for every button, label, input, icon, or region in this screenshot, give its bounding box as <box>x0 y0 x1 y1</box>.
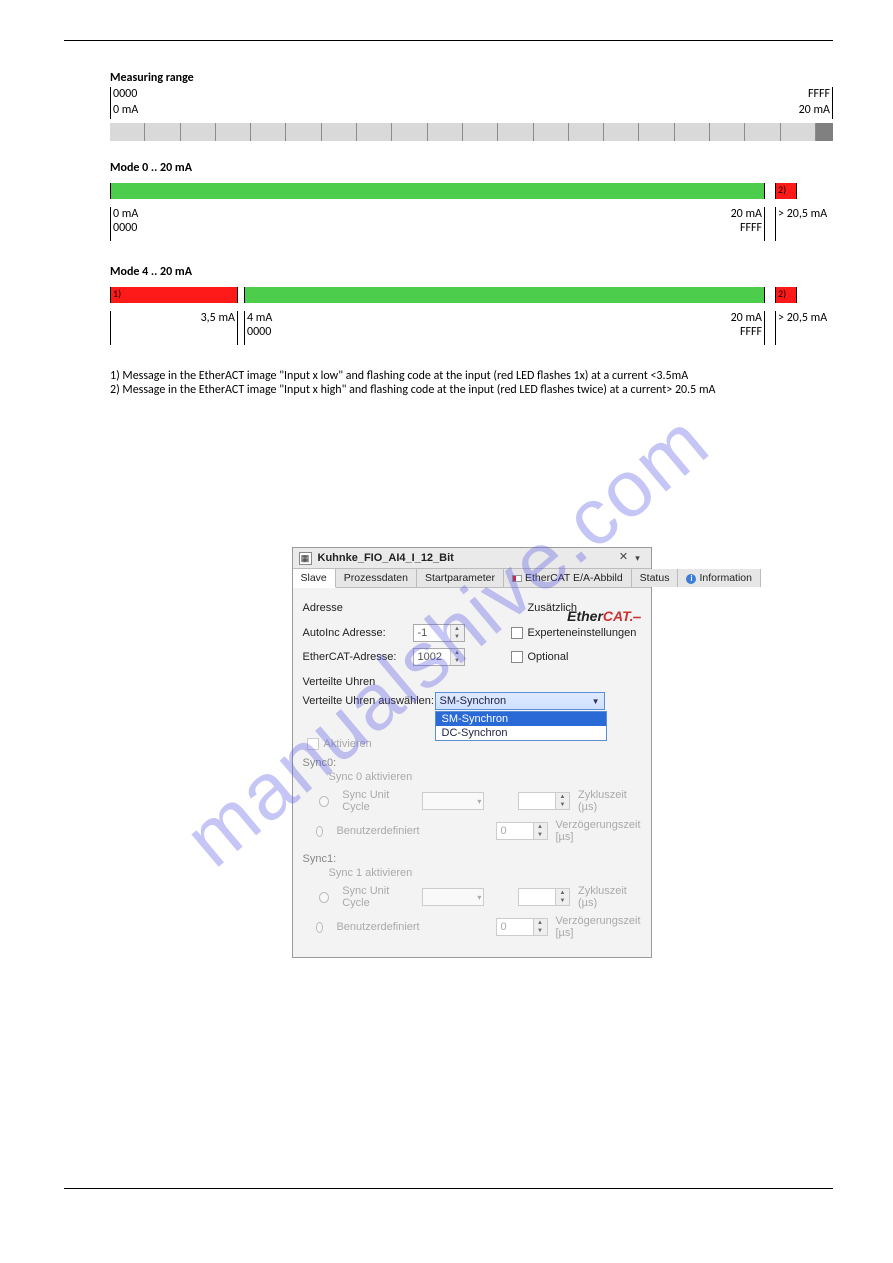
ethercat-addr-input[interactable]: ▲▼ <box>413 648 465 666</box>
close-icon[interactable]: ✕ <box>617 551 631 565</box>
mode-0-20-title: Mode 0 .. 20 mA <box>110 161 833 175</box>
footnotes: 1) Message in the EtherACT image "Input … <box>110 369 833 397</box>
dc-select[interactable]: SM-Synchron ▼ SM-Synchron DC-Synchron <box>435 692 605 710</box>
zykluszeit1-input: ▲▼ <box>518 888 570 906</box>
dialog-titlebar: ▦ Kuhnke_FIO_AI4_I_12_Bit ✕ ▾ <box>293 548 651 569</box>
ethercat-icon <box>512 575 522 582</box>
tab-status[interactable]: Status <box>632 569 679 587</box>
ethercat-dialog: ▦ Kuhnke_FIO_AI4_I_12_Bit ✕ ▾ Slave Proz… <box>292 547 652 958</box>
mr-hex-end: FFFF <box>808 87 830 101</box>
tab-startparameter[interactable]: Startparameter <box>417 569 504 587</box>
mr-ma-end: 20 mA <box>799 103 830 117</box>
dc-select-label: Verteilte Uhren auswählen: <box>303 695 435 707</box>
spin-up-icon[interactable]: ▲ <box>451 649 464 657</box>
mode-4-20-block: Mode 4 .. 20 mA 1) 2) 3,5 mA 4 mA 0000 <box>110 265 833 345</box>
chevron-down-icon: ▾ <box>477 797 481 806</box>
expert-checkbox[interactable]: Experteneinstellungen <box>511 627 637 639</box>
verzog1-input: ▲▼ <box>496 918 548 936</box>
m020-over: > 20,5 mA <box>778 207 827 221</box>
benutzer-label: Benutzerdefiniert <box>336 825 418 837</box>
adresse-heading: Adresse <box>303 602 528 614</box>
checkbox-icon <box>511 651 523 663</box>
footnote-2: 2) Message in the EtherACT image "Input … <box>110 383 833 397</box>
info-icon: i <box>686 574 696 584</box>
checkbox-icon <box>307 738 319 750</box>
spin-down-icon[interactable]: ▼ <box>451 657 464 665</box>
radio-icon <box>319 796 329 807</box>
tab-ethercat-abbild[interactable]: EtherCAT E/A-Abbild <box>504 569 632 587</box>
mode-0-20-block: Mode 0 .. 20 mA 2) 0 mA 0000 20 mA FFFF … <box>110 161 833 241</box>
device-icon: ▦ <box>299 552 312 565</box>
m420-left-ma: 4 mA <box>247 311 727 325</box>
m020-right-hex: FFFF <box>740 221 762 235</box>
sync-unit-cycle-label: Sync Unit Cycle <box>342 789 414 813</box>
underrange-marker: 1) <box>110 287 238 303</box>
sync1-activate-label: Sync 1 aktivieren <box>329 867 413 879</box>
measuring-range-block: Measuring range 0000 FFFF 0 mA 20 mA <box>110 71 833 141</box>
verzog-label: Verzögerungszeit [µs] <box>556 819 641 843</box>
zykluszeit-label-1: Zykluszeit (µs) <box>578 885 641 909</box>
sync0-activate-label: Sync 0 aktivieren <box>329 771 413 783</box>
dc-option-dc[interactable]: DC-Synchron <box>436 726 606 740</box>
overrange-marker: 2) <box>775 183 797 199</box>
ethercat-logo: EtherCAT.⎯ <box>567 608 640 625</box>
verzog0-input: ▲▼ <box>496 822 548 840</box>
ethercat-addr-field[interactable] <box>414 649 450 665</box>
spin-down-icon[interactable]: ▼ <box>451 633 464 641</box>
footnote-1: 1) Message in the EtherACT image "Input … <box>110 369 833 383</box>
tab-information[interactable]: iInformation <box>678 569 761 587</box>
m420-over: > 20,5 mA <box>778 311 827 325</box>
dropdown-icon[interactable]: ▾ <box>631 553 645 564</box>
radio-icon <box>316 922 323 933</box>
overrange-marker-2: 2) <box>775 287 797 303</box>
sync1-heading: Sync1: <box>303 853 641 865</box>
mode-4-20-title: Mode 4 .. 20 mA <box>110 265 833 279</box>
dc-heading: Verteilte Uhren <box>303 676 641 688</box>
autoinc-input[interactable]: ▲▼ <box>413 624 465 642</box>
m420-right-hex: FFFF <box>740 325 762 339</box>
m020-left-hex: 0000 <box>113 221 727 235</box>
dialog-title: Kuhnke_FIO_AI4_I_12_Bit <box>318 552 617 564</box>
tab-bar: Slave Prozessdaten Startparameter EtherC… <box>293 569 651 588</box>
dc-option-sm[interactable]: SM-Synchron <box>436 712 606 726</box>
radio-icon <box>319 892 329 903</box>
sync-unit-select: ▾ <box>422 792 484 810</box>
m420-right-ma: 20 mA <box>731 311 762 325</box>
optional-checkbox[interactable]: Optional <box>511 651 569 663</box>
m420-under: 3,5 mA <box>201 311 235 325</box>
chevron-down-icon: ▾ <box>477 893 481 902</box>
ethercat-addr-label: EtherCAT-Adresse: <box>303 651 413 663</box>
tab-prozessdaten[interactable]: Prozessdaten <box>336 569 417 587</box>
m420-left-hex: 0000 <box>247 325 727 339</box>
measuring-range-title: Measuring range <box>110 71 833 85</box>
sync0-heading: Sync0: <box>303 757 641 769</box>
checkbox-icon <box>511 627 523 639</box>
radio-icon <box>316 826 323 837</box>
verzog-label-1: Verzögerungszeit [µs] <box>556 915 641 939</box>
chevron-down-icon: ▼ <box>592 697 600 706</box>
sync-unit-cycle-label-1: Sync Unit Cycle <box>342 885 414 909</box>
tab-slave[interactable]: Slave <box>293 569 336 588</box>
mr-ma-start: 0 mA <box>113 103 799 117</box>
activate-checkbox: Aktivieren <box>307 738 372 750</box>
spin-up-icon[interactable]: ▲ <box>451 625 464 633</box>
zykluszeit0-input: ▲▼ <box>518 792 570 810</box>
dc-selected-value: SM-Synchron <box>440 695 507 707</box>
autoinc-field[interactable] <box>414 625 450 641</box>
benutzer-label-1: Benutzerdefiniert <box>336 921 418 933</box>
zykluszeit-label: Zykluszeit (µs) <box>578 789 641 813</box>
mr-hex-start: 0000 <box>113 87 808 101</box>
sync-unit-select-1: ▾ <box>422 888 484 906</box>
autoinc-label: AutoInc Adresse: <box>303 627 413 639</box>
tick-bar <box>110 123 833 141</box>
dc-dropdown: SM-Synchron DC-Synchron <box>435 711 607 741</box>
m020-left-ma: 0 mA <box>113 207 727 221</box>
m020-right-ma: 20 mA <box>731 207 762 221</box>
